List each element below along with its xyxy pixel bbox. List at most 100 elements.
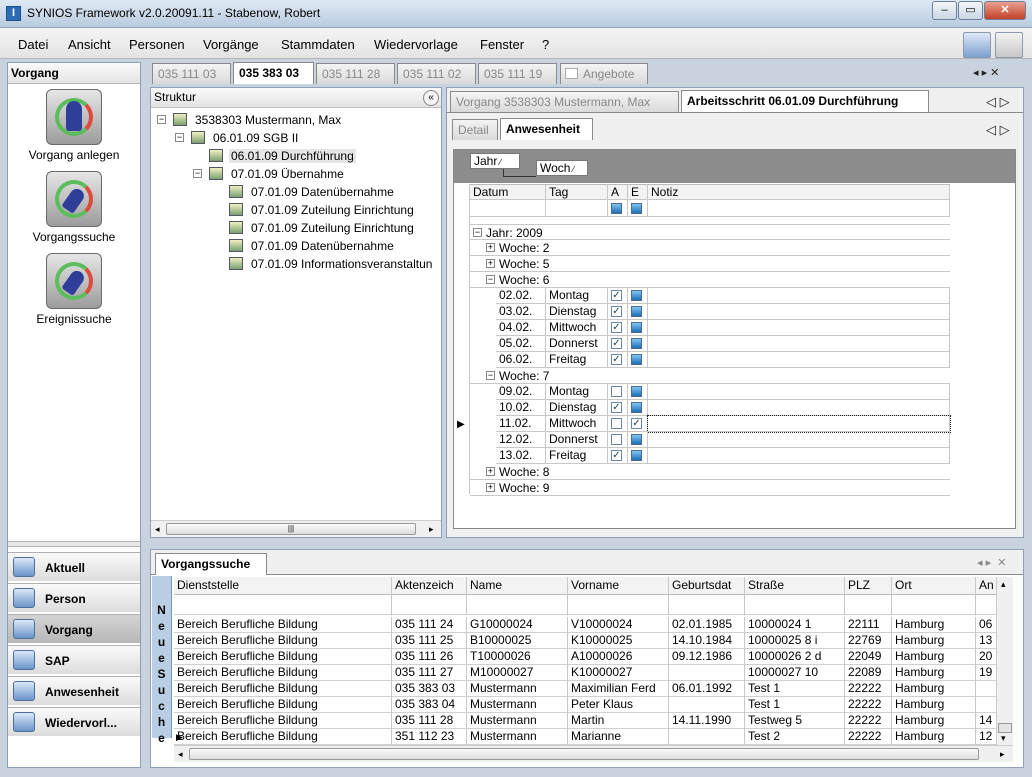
e-cell[interactable]	[628, 448, 648, 464]
filter-e-icon[interactable]	[631, 203, 642, 214]
notiz-cell[interactable]	[648, 336, 950, 352]
expand-icon[interactable]: +	[486, 259, 495, 268]
menu-ansicht[interactable]: Ansicht	[68, 37, 111, 52]
e-checkbox[interactable]	[631, 402, 642, 413]
e-cell[interactable]: ✓	[628, 416, 648, 432]
collapse-icon[interactable]: −	[193, 169, 202, 178]
week-row[interactable]: + Woche: 5	[470, 256, 950, 272]
tree-node[interactable]: 07.01.09 Datenübernahme	[151, 237, 441, 254]
tab-scroll-arrows[interactable]: ◂ ▸ ✕	[973, 66, 999, 79]
search-row[interactable]: Bereich Berufliche Bildung 351 112 23 Must…	[174, 729, 996, 745]
scroll-left-icon[interactable]: ◂	[155, 524, 160, 535]
a-checkbox[interactable]: ✓	[611, 306, 622, 317]
menu-fenster[interactable]: Fenster	[480, 37, 524, 52]
search-row[interactable]: Bereich Berufliche Bildung 035 383 03 Must…	[174, 681, 996, 697]
filter-a[interactable]	[608, 201, 628, 217]
a-cell[interactable]	[608, 416, 628, 432]
group-jahr[interactable]: Jahr ⁄	[470, 153, 520, 169]
day-row[interactable]: 11.02. Mittwoch ✓	[496, 415, 951, 433]
menu-stammdaten[interactable]: Stammdaten	[281, 37, 355, 52]
tree-node[interactable]: − 3538303 Mustermann, Max	[151, 111, 441, 128]
notiz-cell[interactable]	[647, 415, 951, 433]
search-filter-cell[interactable]	[174, 595, 392, 615]
search-row[interactable]: Bereich Berufliche Bildung 035 111 26 T100…	[174, 649, 996, 665]
a-checkbox[interactable]	[611, 434, 622, 445]
day-row[interactable]: 09.02. Montag	[496, 384, 950, 400]
e-checkbox[interactable]	[631, 290, 642, 301]
scroll-up-icon[interactable]: ▴	[1001, 579, 1006, 590]
search-col-header[interactable]: PLZ	[845, 577, 892, 595]
scroll-down-icon[interactable]: ▾	[1001, 733, 1006, 744]
e-cell[interactable]	[628, 304, 648, 320]
tree-node[interactable]: 07.01.09 Datenübernahme	[151, 183, 441, 200]
a-cell[interactable]: ✓	[608, 320, 628, 336]
collapse-icon[interactable]: −	[157, 115, 166, 124]
search-filter-cell[interactable]	[892, 595, 976, 615]
day-row[interactable]: 05.02. Donnerst ✓	[496, 336, 950, 352]
doc-tab[interactable]: 035 111 19	[478, 63, 557, 84]
search-filter-cell[interactable]	[467, 595, 568, 615]
col-e[interactable]: E	[628, 185, 648, 201]
a-cell[interactable]: ✓	[608, 304, 628, 320]
notiz-cell[interactable]	[648, 432, 950, 448]
a-checkbox[interactable]: ✓	[611, 450, 622, 461]
e-checkbox[interactable]	[631, 386, 642, 397]
doc-tab[interactable]: 035 111 28	[316, 63, 395, 84]
search-col-header[interactable]: Aktenzeich	[392, 577, 467, 595]
e-cell[interactable]	[628, 384, 648, 400]
a-checkbox[interactable]	[611, 386, 622, 397]
search-col-header[interactable]: Straße	[745, 577, 845, 595]
tree-node[interactable]: − 07.01.09 Übernahme	[151, 165, 441, 182]
search-filter-cell[interactable]	[976, 595, 996, 615]
nav-person[interactable]: Person	[8, 583, 140, 612]
filter-row[interactable]	[470, 201, 950, 217]
detail-tab[interactable]: Vorgang 3538303 Mustermann, Max	[450, 91, 679, 112]
e-checkbox[interactable]	[631, 354, 642, 365]
notiz-cell[interactable]	[648, 320, 950, 336]
week-row[interactable]: + Woche: 9	[470, 480, 950, 496]
e-cell[interactable]	[628, 432, 648, 448]
year-row[interactable]: − Jahr: 2009	[470, 224, 950, 240]
ereignissuche-label[interactable]: Ereignissuche	[8, 312, 140, 326]
doc-tab-angebote[interactable]: Angebote	[560, 63, 648, 84]
search-filter-row[interactable]	[174, 595, 996, 615]
e-cell[interactable]	[628, 336, 648, 352]
filter-notiz[interactable]	[648, 201, 950, 217]
detail-tab-arrows[interactable]: ◁ ▷	[986, 94, 1010, 110]
menu-personen[interactable]: Personen	[129, 37, 185, 52]
notiz-cell[interactable]	[648, 384, 950, 400]
day-row[interactable]: 04.02. Mittwoch ✓	[496, 320, 950, 336]
week-row[interactable]: − Woche: 7	[470, 368, 950, 384]
e-cell[interactable]	[628, 352, 648, 368]
day-row[interactable]: 06.02. Freitag ✓	[496, 352, 950, 368]
a-cell[interactable]: ✓	[608, 400, 628, 416]
a-checkbox[interactable]: ✓	[611, 322, 622, 333]
expand-icon[interactable]: +	[486, 243, 495, 252]
search-col-header[interactable]: Dienststelle	[174, 577, 392, 595]
maximize-button[interactable]: ▭	[958, 1, 983, 20]
subtab-arrows[interactable]: ◁ ▷	[986, 122, 1010, 138]
filter-datum[interactable]	[470, 201, 546, 217]
scroll-thumb[interactable]	[189, 748, 979, 760]
scroll-right-icon[interactable]: ▸	[429, 524, 434, 535]
week-row[interactable]: + Woche: 8	[470, 464, 950, 480]
a-cell[interactable]: ✓	[608, 352, 628, 368]
save-icon[interactable]	[963, 32, 991, 58]
search-filter-cell[interactable]	[568, 595, 669, 615]
collapse-icon[interactable]: −	[486, 275, 495, 284]
search-filter-cell[interactable]	[669, 595, 745, 615]
e-checkbox[interactable]	[631, 450, 642, 461]
search-tab-arrows[interactable]: ◂ ▸ ✕	[977, 556, 1006, 569]
subtab-anwesenheit[interactable]: Anwesenheit	[500, 118, 593, 140]
search-filter-cell[interactable]	[392, 595, 467, 615]
splitter[interactable]	[8, 541, 140, 547]
tree-node[interactable]: 07.01.09 Zuteilung Einrichtung	[151, 201, 441, 218]
search-row[interactable]: Bereich Berufliche Bildung 035 111 27 M100…	[174, 665, 996, 681]
a-cell[interactable]	[608, 432, 628, 448]
subtab-detail[interactable]: Detail	[452, 119, 498, 140]
scroll-left-icon[interactable]: ◂	[178, 749, 183, 760]
a-checkbox[interactable]: ✓	[611, 338, 622, 349]
e-cell[interactable]	[628, 288, 648, 304]
nav-anwesenheit[interactable]: Anwesenheit	[8, 676, 140, 705]
notiz-cell[interactable]	[648, 448, 950, 464]
